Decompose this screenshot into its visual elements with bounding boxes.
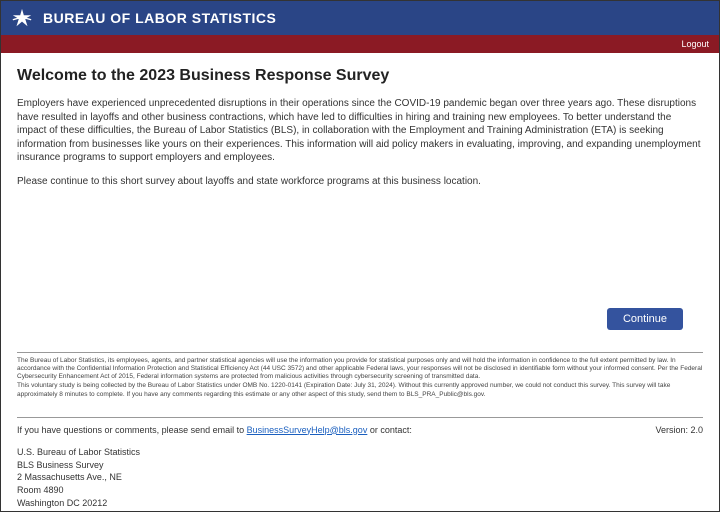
main-content: Welcome to the 2023 Business Response Su… bbox=[1, 53, 719, 338]
continue-button[interactable]: Continue bbox=[607, 308, 683, 330]
addr-line-3: 2 Massachusetts Ave., NE bbox=[17, 471, 703, 484]
disclaimer-text-1: The Bureau of Labor Statistics, its empl… bbox=[17, 357, 703, 381]
bls-logo-icon bbox=[11, 7, 33, 29]
contact-address: U.S. Bureau of Labor Statistics BLS Busi… bbox=[17, 446, 703, 509]
addr-line-2: BLS Business Survey bbox=[17, 459, 703, 472]
intro-paragraph-1: Employers have experienced unprecedented… bbox=[17, 97, 703, 165]
help-email-link[interactable]: BusinessSurveyHelp@bls.gov bbox=[247, 425, 368, 435]
footer: If you have questions or comments, pleas… bbox=[17, 417, 703, 510]
help-line: If you have questions or comments, pleas… bbox=[17, 424, 412, 437]
page-title: Welcome to the 2023 Business Response Su… bbox=[17, 67, 703, 85]
addr-line-1: U.S. Bureau of Labor Statistics bbox=[17, 446, 703, 459]
continue-row: Continue bbox=[17, 308, 703, 330]
intro-paragraph-2: Please continue to this short survey abo… bbox=[17, 175, 703, 189]
addr-line-5: Washington DC 20212 bbox=[17, 497, 703, 510]
subheader-bar: Logout bbox=[1, 35, 719, 53]
header-bar: BUREAU OF LABOR STATISTICS bbox=[1, 1, 719, 35]
addr-line-4: Room 4890 bbox=[17, 484, 703, 497]
help-prefix: If you have questions or comments, pleas… bbox=[17, 425, 247, 435]
footer-top-row: If you have questions or comments, pleas… bbox=[17, 424, 703, 437]
page-frame: BUREAU OF LABOR STATISTICS Logout Welcom… bbox=[0, 0, 720, 512]
logout-link[interactable]: Logout bbox=[681, 39, 709, 49]
version-label: Version: 2.0 bbox=[655, 424, 703, 437]
disclaimer-text-2: This voluntary study is being collected … bbox=[17, 382, 703, 398]
disclaimer-block: The Bureau of Labor Statistics, its empl… bbox=[17, 352, 703, 399]
site-title: BUREAU OF LABOR STATISTICS bbox=[43, 10, 276, 26]
help-suffix: or contact: bbox=[367, 425, 412, 435]
